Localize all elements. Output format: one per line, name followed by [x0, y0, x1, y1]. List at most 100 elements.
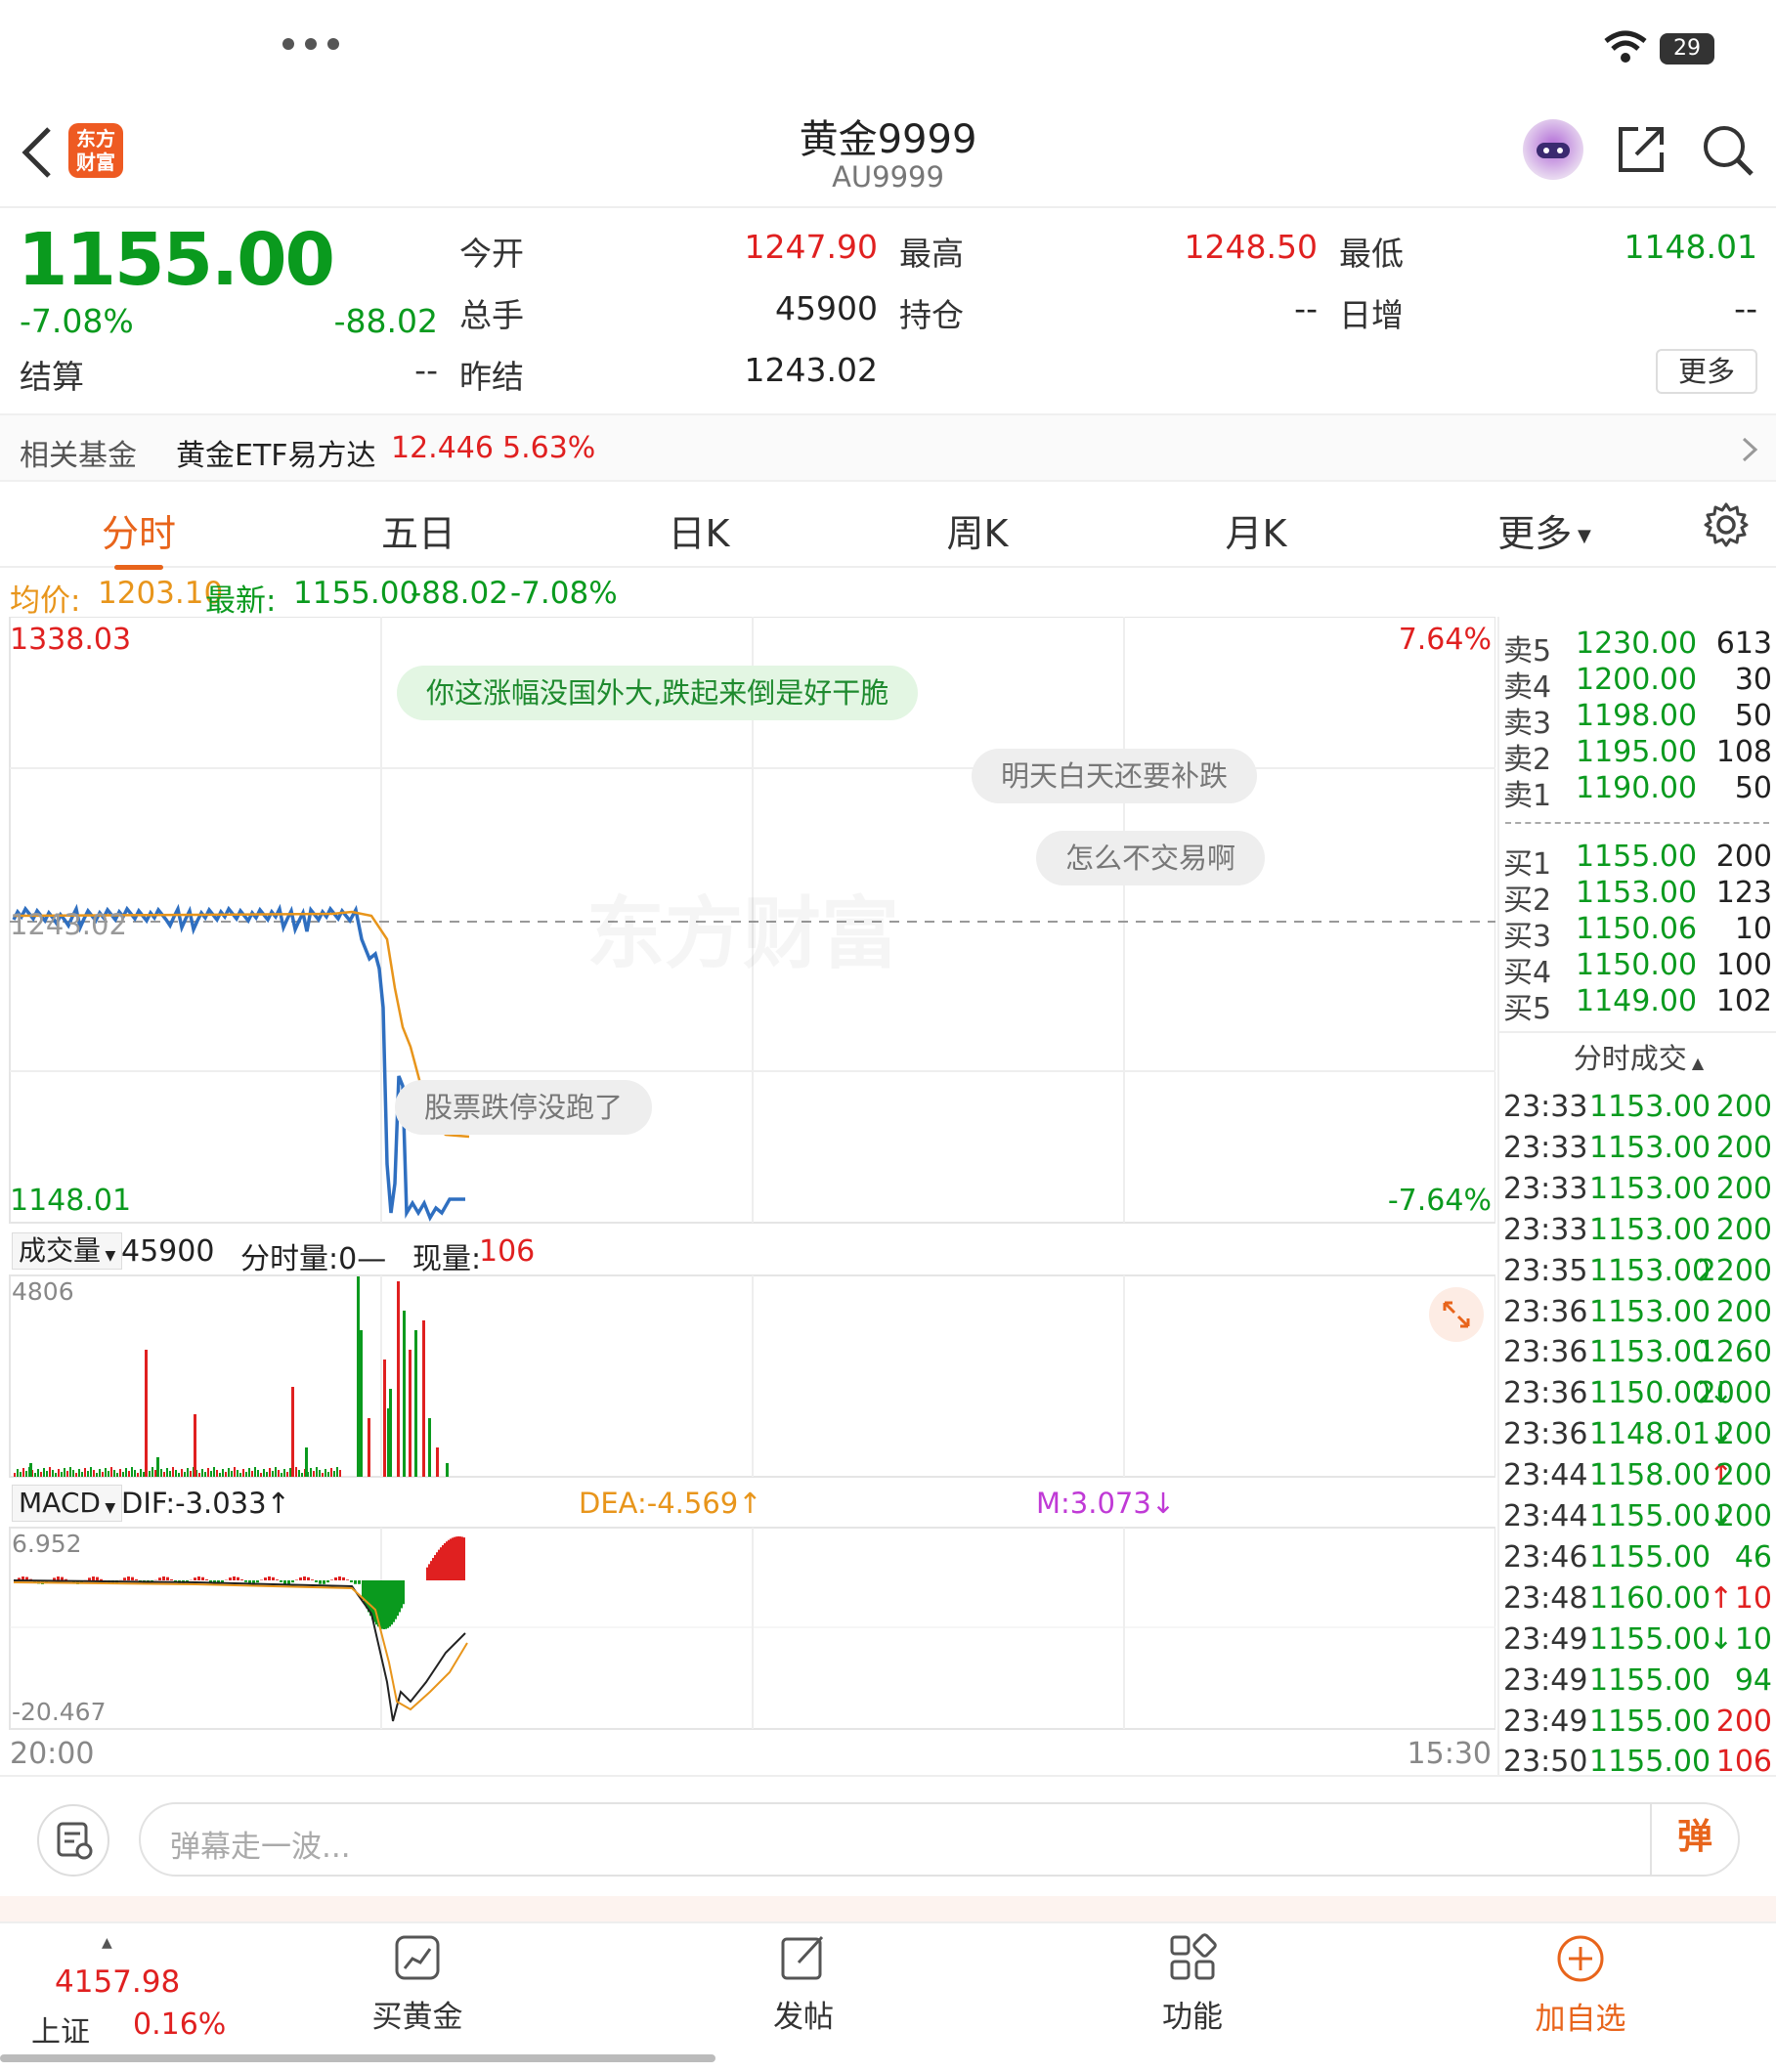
macd-selector[interactable]: MACD ▼ — [12, 1485, 123, 1522]
macd-histogram-bar — [283, 1580, 286, 1584]
settings-gear-icon[interactable] — [1703, 501, 1750, 552]
volume-bar — [360, 1330, 363, 1477]
market-index[interactable]: ▲ 4157.98 上证 0.16% — [29, 1935, 226, 2056]
open-label: 今开 — [459, 235, 524, 273]
volume-bar — [207, 1468, 209, 1477]
volume-bar — [46, 1471, 48, 1477]
ask-row: 卖2 1195.00 108 — [1499, 735, 1776, 777]
features-button[interactable]: 功能 — [1105, 1933, 1280, 2036]
macd-selector-label: MACD — [19, 1487, 101, 1519]
volume-bar — [66, 1471, 68, 1477]
post-button[interactable]: 发帖 — [715, 1933, 891, 2036]
share-icon[interactable] — [1615, 123, 1668, 180]
volume-bar — [305, 1447, 308, 1477]
nav-label: 发帖 — [773, 2000, 834, 2035]
macd-histogram-bar — [131, 1576, 134, 1580]
danmu-comment[interactable]: 明天白天还要补跌 — [972, 749, 1258, 803]
latest-pct: -7.08% — [510, 576, 618, 611]
volume-bar — [184, 1472, 186, 1477]
volume-now-value: 106 — [479, 1234, 536, 1269]
search-icon[interactable] — [1701, 123, 1755, 182]
more-quote-button[interactable]: 更多 — [1656, 349, 1757, 394]
macd-histogram-bar — [323, 1580, 325, 1584]
latest-change: -88.02 — [411, 576, 508, 611]
caret-down-icon: ▼ — [101, 1248, 116, 1264]
position-value: -- — [1294, 289, 1318, 327]
trade-row: 23:49 1155.00 94 — [1499, 1663, 1776, 1703]
volume-bar — [131, 1467, 133, 1477]
macd-histogram-bar — [399, 1580, 401, 1613]
add-watchlist-button[interactable]: 加自选 — [1493, 1933, 1668, 2038]
macd-histogram-bar — [391, 1580, 393, 1625]
more-dots-icon[interactable] — [279, 34, 347, 54]
caret-down-icon: ▼ — [1572, 526, 1591, 546]
volume-bar — [190, 1471, 192, 1477]
danmu-comment[interactable]: 股票跌停没跑了 — [395, 1080, 653, 1135]
danmu-input[interactable]: 弹幕走一波... 弹 — [139, 1802, 1740, 1877]
volume-bar — [251, 1471, 253, 1477]
macd-histogram-bar — [237, 1576, 239, 1580]
trade-price: 1155.00 — [1589, 1662, 1711, 1698]
tab-daily-k[interactable]: 日K — [621, 503, 777, 557]
macd-histogram-bar — [264, 1577, 267, 1580]
danmu-comment[interactable]: 怎么不交易啊 — [1036, 831, 1266, 885]
volume-value: 45900 — [775, 289, 878, 327]
trades-title: 分时成交 — [1573, 1042, 1687, 1075]
trade-price: 1148.01 — [1589, 1417, 1711, 1452]
prev-close-label: 1243.02 — [10, 908, 127, 941]
volume-bar — [322, 1473, 324, 1477]
volume-bar — [75, 1473, 77, 1477]
add-circle-icon — [1557, 1935, 1604, 1982]
trade-qty: 10 — [1734, 1621, 1772, 1657]
tab-monthly-k[interactable]: 月K — [1178, 503, 1334, 557]
macd-histogram-bar — [280, 1580, 282, 1582]
nav-label: 买黄金 — [371, 2000, 463, 2035]
chart-icon — [395, 1935, 440, 1980]
volume-bar — [110, 1467, 112, 1477]
bid-qty: 100 — [1715, 948, 1772, 982]
trade-qty: 2200 — [1697, 1253, 1772, 1288]
macd-histogram-bar — [401, 1580, 403, 1609]
macd-histogram-bar — [295, 1579, 298, 1580]
trade-qty: 10 — [1734, 1580, 1772, 1616]
tab-five-day[interactable]: 五日 — [340, 503, 497, 557]
danmu-send-button[interactable]: 弹 — [1650, 1802, 1738, 1877]
tab-intraday[interactable]: 分时 — [61, 503, 217, 570]
bid-price: 1149.00 — [1576, 984, 1698, 1018]
macd-histogram-bar — [444, 1542, 446, 1580]
trade-qty: 200 — [1715, 1417, 1772, 1452]
nav-label: 加自选 — [1535, 2002, 1626, 2037]
tab-weekly-k[interactable]: 周K — [899, 503, 1056, 557]
volume-bar — [166, 1468, 168, 1477]
trade-row: 23:36 1153.00 200 — [1499, 1295, 1776, 1334]
trade-row: 23:36 1153.00 1260 — [1499, 1335, 1776, 1374]
volume-bar — [248, 1468, 250, 1477]
danmu-comment[interactable]: 你这涨幅没国外大,跌起来倒是好干脆 — [397, 666, 919, 720]
volume-axis-max: 4806 — [12, 1277, 74, 1306]
price-axis-min: 1148.01 — [10, 1184, 132, 1218]
trades-header[interactable]: 分时成交 ▲ — [1499, 1031, 1776, 1084]
volume-selector[interactable]: 成交量 ▼ — [12, 1232, 123, 1270]
trade-price: 1155.00 — [1589, 1704, 1711, 1739]
trade-row: 23:49 1155.00 200 — [1499, 1705, 1776, 1744]
robot-assistant-icon[interactable] — [1523, 119, 1583, 180]
volume-label: 总手 — [459, 296, 524, 334]
expand-icon[interactable] — [1429, 1287, 1484, 1342]
intraday-chart-area[interactable]: 东方财富 1338.03 7.64% 1243.02 1148.01 -7.64… — [0, 617, 1495, 1775]
tab-more[interactable]: 更多 ▼ — [1466, 503, 1623, 557]
ask-row: 卖5 1230.00 613 — [1499, 626, 1776, 669]
buy-gold-button[interactable]: 买黄金 — [329, 1933, 505, 2036]
volume-bar — [272, 1471, 274, 1477]
trade-price: 1153.00 — [1589, 1171, 1711, 1206]
trade-row: 23:33 1153.00 200 — [1499, 1131, 1776, 1170]
danmu-settings-icon[interactable] — [37, 1804, 109, 1877]
volume-bar — [289, 1468, 291, 1477]
period-tabs: 分时 五日 日K 周K 月K 更多 ▼ — [0, 482, 1776, 570]
macd-histogram-bar — [387, 1580, 389, 1628]
related-fund-row[interactable]: 相关基金 黄金ETF易方达 12.446 5.63% — [0, 413, 1776, 482]
bid-level: 买5 — [1503, 992, 1552, 1026]
bid-row: 买1 1155.00 200 — [1499, 840, 1776, 882]
volume-bar — [266, 1472, 268, 1477]
fund-pct: 5.63% — [502, 431, 596, 465]
volume-bar — [178, 1473, 180, 1477]
